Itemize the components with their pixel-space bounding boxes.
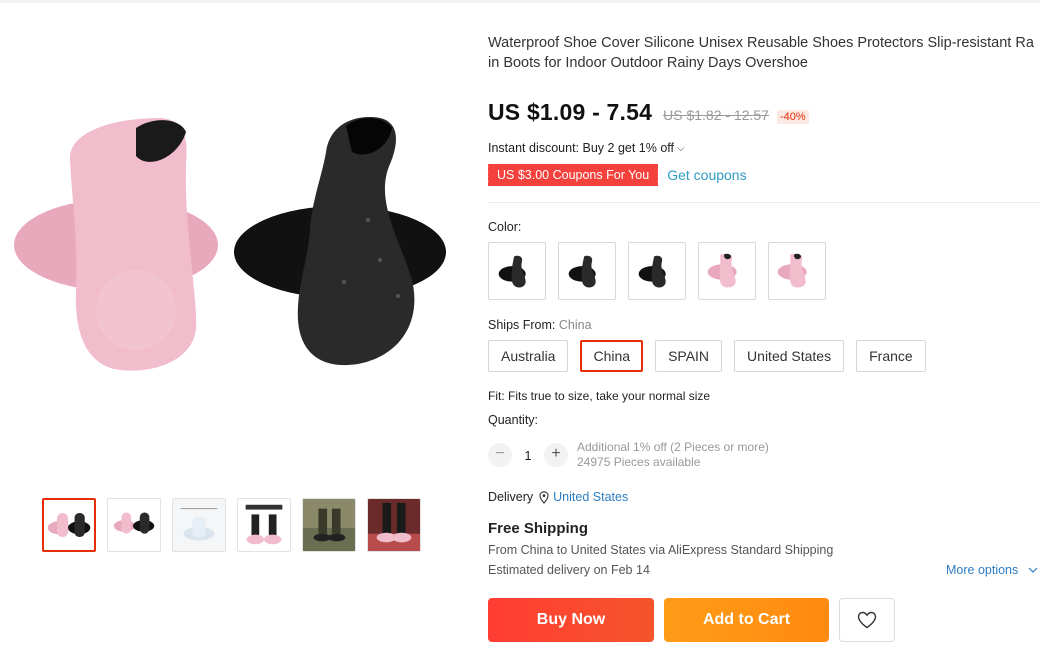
- thumbnail-3[interactable]: [172, 498, 226, 552]
- estimated-delivery: Estimated delivery on Feb 14: [488, 563, 650, 577]
- delivery-label: Delivery: [488, 490, 534, 504]
- quantity-stepper: − 1 + Additional 1% off (2 Pieces or mor…: [488, 440, 769, 470]
- main-product-image[interactable]: [8, 60, 460, 440]
- ship-option-china[interactable]: China: [580, 340, 644, 372]
- quantity-available: 24975 Pieces available: [577, 455, 701, 469]
- delivery-row: Delivery United States: [488, 490, 628, 504]
- thumbnail-strip: [42, 498, 421, 552]
- color-swatch-black-3[interactable]: [628, 242, 686, 300]
- heart-icon: [857, 611, 877, 629]
- instant-discount[interactable]: Instant discount: Buy 2 get 1% off ⌵: [488, 140, 1040, 156]
- ship-option-united-states[interactable]: United States: [734, 340, 845, 372]
- color-swatch-pink-1[interactable]: [698, 242, 756, 300]
- location-pin-icon: [539, 490, 549, 504]
- fit-note: Fit: Fits true to size, take your normal…: [488, 389, 711, 403]
- color-swatch-black-1[interactable]: [488, 242, 546, 300]
- shipping-method: From China to United States via AliExpre…: [488, 543, 834, 557]
- quantity-label: Quantity:: [488, 413, 539, 427]
- quantity-bulk-discount: Additional 1% off (2 Pieces or more): [577, 440, 769, 454]
- quantity-plus-button[interactable]: +: [544, 443, 568, 467]
- free-shipping-heading: Free Shipping: [488, 520, 589, 537]
- add-to-cart-button[interactable]: Add to Cart: [664, 598, 829, 642]
- wishlist-button[interactable]: [839, 598, 895, 642]
- color-swatch-pink-2[interactable]: [768, 242, 826, 300]
- color-swatch-black-2[interactable]: [558, 242, 616, 300]
- ship-option-australia[interactable]: Australia: [488, 340, 569, 372]
- get-coupons-link[interactable]: Get coupons: [667, 167, 746, 183]
- quantity-minus-button[interactable]: −: [488, 443, 512, 467]
- original-price: US $1.82 - 12.57: [663, 107, 769, 123]
- ships-from-label-text: Ships From:: [488, 318, 556, 332]
- product-title: Waterproof Shoe Cover Silicone Unisex Re…: [488, 35, 1034, 71]
- top-divider: [0, 0, 1040, 3]
- product-info: Waterproof Shoe Cover Silicone Unisex Re…: [485, 34, 1040, 186]
- thumbnail-4[interactable]: [237, 498, 291, 552]
- color-label: Color:: [488, 220, 522, 234]
- quantity-info: Additional 1% off (2 Pieces or more) 249…: [577, 440, 769, 470]
- thumbnail-5[interactable]: [302, 498, 356, 552]
- quantity-value[interactable]: 1: [512, 448, 544, 463]
- ship-option-france[interactable]: France: [856, 340, 926, 372]
- black-shoe-image: [234, 117, 446, 366]
- ships-from-options: Australia China SPAIN United States Fran…: [488, 340, 926, 372]
- ship-option-spain[interactable]: SPAIN: [655, 340, 723, 372]
- coupon-row: US $3.00 Coupons For You Get coupons: [485, 164, 1040, 186]
- ships-from-selected: China: [558, 318, 592, 332]
- delivery-destination-link[interactable]: United States: [553, 490, 628, 504]
- section-divider: [488, 202, 1040, 203]
- chevron-down-icon: [1028, 567, 1038, 573]
- thumbnail-6[interactable]: [367, 498, 421, 552]
- thumbnail-2[interactable]: [107, 498, 161, 552]
- thumbnail-1[interactable]: [42, 498, 96, 552]
- color-swatches: [488, 242, 826, 300]
- ships-from-label: Ships From: China: [488, 318, 592, 332]
- chevron-down-icon: ⌵: [677, 142, 685, 154]
- buy-now-button[interactable]: Buy Now: [488, 598, 654, 642]
- more-options-link[interactable]: More options: [946, 563, 1038, 577]
- coupon-tag: US $3.00 Coupons For You: [485, 164, 661, 186]
- more-options-text: More options: [946, 563, 1019, 577]
- discount-badge: -40%: [776, 110, 809, 124]
- current-price: US $1.09 - 7.54: [488, 99, 653, 125]
- pink-shoe-image: [14, 118, 218, 371]
- instant-discount-text: Instant discount: Buy 2 get 1% off: [488, 141, 674, 155]
- price-row: US $1.09 - 7.54 US $1.82 - 12.57 -40%: [488, 99, 1040, 129]
